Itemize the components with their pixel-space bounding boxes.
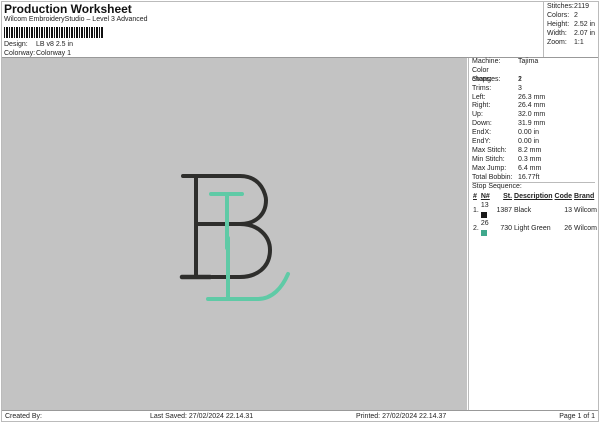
stat-value: 2 [518, 75, 522, 83]
stat-value: 26.4 mm [518, 102, 546, 110]
stat-label: Zoom: [547, 39, 567, 46]
software-subtitle: Wilcom EmbroideryStudio – Level 3 Advanc… [4, 16, 148, 23]
stat-label: Machine: [472, 58, 501, 65]
column-header: # [473, 193, 477, 201]
design-preview [2, 58, 467, 410]
stat-row: EndX: 0.00 in [472, 129, 598, 138]
stat-value: 2.52 in [574, 21, 596, 28]
color-swatch [480, 229, 487, 236]
stop-sequence-table: # N# St. Description Code Brand 1. 13 1387 Blac… [472, 192, 598, 237]
column-header: Code [554, 193, 573, 201]
stat-value: 2119 [574, 3, 590, 10]
stat-value: 16.77ft [518, 173, 540, 181]
stat-row: Min Stitch: 0.3 mm [472, 156, 598, 165]
stat-value: 26.3 mm [518, 93, 546, 101]
stat-label: Max Stitch: [472, 146, 507, 154]
stat-value: 2 [574, 12, 578, 19]
stat-row: Width: 2.07 in [547, 29, 598, 38]
needle: 13 [480, 201, 496, 219]
brand: Wilcom [574, 224, 597, 232]
stat-row: Height: 2.52 in [547, 20, 598, 29]
stat-label: Stops: [472, 75, 492, 83]
page-title: Production Worksheet [4, 2, 132, 16]
stat-row: Stitches:2119 [547, 2, 598, 11]
needle-number: 13 [480, 202, 489, 210]
stats-box: Stitches:2119 Colors: 2 Height: 2.52 in Width… [543, 2, 598, 57]
stat-value: 0.00 in [518, 138, 540, 146]
stat-value: Tajima [518, 58, 539, 65]
footer: Created By: Last Saved: 27/02/2024 22.14… [2, 410, 598, 422]
details-list: Machine: Tajima Color changes: 1 Stops: 2 Trim… [472, 58, 598, 182]
design-row: Design: LB v8 2.5 in [4, 40, 73, 49]
stat-row: Max Stitch: 8.2 mm [472, 147, 598, 156]
details-panel: Machine: Tajima Color changes: 1 Stops: 2 Trim… [468, 58, 598, 410]
stat-label: EndX: [472, 129, 492, 137]
stat-label: Colors: [547, 12, 570, 19]
stat-value: 2.07 in [574, 30, 596, 37]
needle-number: 26 [480, 220, 489, 228]
stat-label: EndY: [472, 138, 491, 146]
barcode [4, 27, 104, 38]
stat-value: 0.00 in [518, 129, 540, 137]
stat-label: Max Jump: [472, 164, 507, 172]
column-header: Brand [574, 193, 595, 201]
stat-row: EndY: 0.00 in [472, 138, 598, 147]
stat-label: Trims: [472, 84, 492, 92]
stat-row: Down: 31.9 mm [472, 120, 598, 129]
design-label: Design: [4, 41, 28, 48]
last-saved: Last Saved: 27/02/2024 22.14.31 [150, 413, 254, 420]
stop-index: 1. [473, 206, 479, 214]
stat-row: Stops: 2 [472, 76, 598, 85]
stat-label: Right: [472, 102, 491, 110]
stat-row: Max Jump: 6.4 mm [472, 165, 598, 174]
stat-row: Colors: 2 [547, 11, 598, 20]
color-swatch [480, 211, 487, 218]
stat-value: 0.3 mm [518, 155, 542, 163]
stat-label: Total Bobbin: [472, 173, 513, 181]
stat-value: 3 [518, 84, 522, 92]
table-row: 1. 13 1387 Black 13 Wilcom [472, 201, 598, 219]
column-header: Description [514, 193, 553, 201]
stat-label: Width: [547, 30, 567, 37]
printed-date: Printed: 27/02/2024 22.14.37 [356, 413, 447, 420]
stat-value: 6.4 mm [518, 164, 542, 172]
color-description: Light Green [514, 224, 551, 232]
stat-label: Left: [472, 93, 486, 101]
column-header: N# [480, 193, 490, 201]
stat-value: 31.9 mm [518, 120, 546, 128]
stop-index: 2. [473, 224, 479, 232]
color-code: 13 [564, 206, 573, 214]
table-row: 2. 26 730 Light Green 26 Wilcom [472, 219, 598, 237]
stat-row: Color changes: 1 [472, 67, 598, 83]
needle: 26 [480, 219, 496, 237]
page-number: Page 1 of 1 [559, 413, 595, 420]
design-value: LB v8 2.5 in [36, 41, 73, 48]
letter-l [206, 192, 290, 301]
stat-label: Stitches: [547, 3, 574, 10]
color-code: 26 [564, 224, 573, 232]
stat-row: Left: 26.3 mm [472, 94, 598, 103]
bl-monogram [179, 174, 290, 301]
column-header: St. [503, 193, 513, 201]
stat-label: Height: [547, 21, 570, 28]
stitch-count: 1387 [496, 206, 513, 214]
stat-row: Right: 26.4 mm [472, 102, 598, 111]
stop-sequence-label: Stop Sequence: [472, 182, 595, 191]
stat-row: Up: 32.0 mm [472, 111, 598, 120]
stat-row: Machine: Tajima [472, 58, 598, 67]
stat-label: Up: [472, 111, 483, 119]
stat-row: Zoom: 1:1 [547, 38, 598, 47]
brand: Wilcom [574, 206, 597, 214]
color-description: Black [514, 206, 532, 214]
stat-value: 8.2 mm [518, 146, 542, 154]
created-by: Created By: [5, 413, 42, 420]
stat-label: Down: [472, 120, 492, 128]
stat-row: Trims: 3 [472, 85, 598, 94]
stitch-count: 730 [500, 224, 513, 232]
stat-row: Total Bobbin: 16.77ft [472, 174, 598, 183]
stat-value: 1:1 [574, 39, 584, 46]
stat-label: Min Stitch: [472, 155, 505, 163]
stat-value: 32.0 mm [518, 111, 546, 119]
